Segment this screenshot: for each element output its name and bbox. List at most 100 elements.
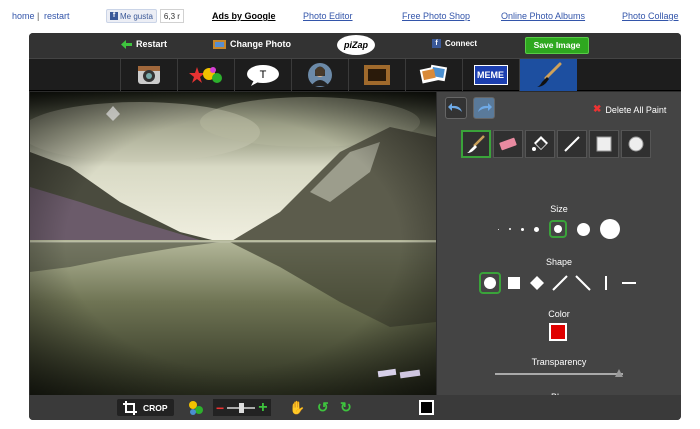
- shape-horizontal[interactable]: [619, 273, 639, 293]
- size-option[interactable]: [509, 228, 511, 230]
- shape-vertical[interactable]: [596, 273, 616, 293]
- editor-header: Restart Change Photo piZap f Connect Sav…: [29, 33, 681, 58]
- square-icon: [596, 136, 612, 152]
- meme-tool[interactable]: MEME: [462, 59, 518, 91]
- bottom-toolbar: CROP − + ✋ ↺ ↻: [29, 395, 681, 420]
- paint-panel: ✖ Delete All Paint Size Shape Color Tran…: [437, 92, 681, 411]
- separator: |: [37, 11, 40, 21]
- shape-options: [437, 272, 681, 294]
- person-cutout-icon: [307, 63, 332, 87]
- line-button[interactable]: [557, 130, 587, 158]
- horizontal-line-icon: [622, 282, 636, 284]
- facebook-connect-button[interactable]: f Connect: [432, 39, 477, 48]
- size-options: [437, 219, 681, 239]
- backslash-shape-icon: [575, 275, 591, 291]
- paint-bucket-icon: [532, 136, 548, 151]
- connect-label: Connect: [445, 39, 477, 48]
- online-photo-albums-link[interactable]: Online Photo Albums: [501, 11, 585, 21]
- rotate-left-icon: ↺: [317, 399, 329, 415]
- back-arrow-icon: [121, 39, 132, 49]
- rotate-right-button[interactable]: ↻: [340, 399, 352, 416]
- square-stamp-button[interactable]: [589, 130, 619, 158]
- size-option[interactable]: [534, 226, 539, 232]
- size-option[interactable]: [498, 228, 499, 230]
- meme-icon: MEME: [473, 65, 508, 85]
- crop-icon: [123, 400, 137, 415]
- brush-tools: [461, 130, 651, 158]
- stickers-tool[interactable]: [177, 59, 233, 91]
- zoom-control: − +: [213, 399, 271, 416]
- zoom-in-icon[interactable]: +: [258, 399, 267, 415]
- photos-stack-icon: [419, 64, 447, 84]
- site-top-bar: home | restart f Me gusta 6,3 r Ads by G…: [0, 0, 700, 30]
- circle-stamp-button[interactable]: [621, 130, 651, 158]
- shape-circle[interactable]: [479, 272, 501, 294]
- zoom-out-icon[interactable]: −: [216, 401, 224, 415]
- slash-shape-icon: [552, 275, 568, 291]
- tool-tabs: T MEME: [29, 58, 681, 91]
- color-swatch[interactable]: [549, 323, 567, 341]
- collage-tool[interactable]: [405, 59, 461, 91]
- speech-bubble-icon: T: [246, 65, 279, 86]
- restart-label: Restart: [136, 39, 168, 49]
- restart-button[interactable]: Restart: [121, 39, 167, 49]
- svg-text:T: T: [259, 69, 266, 81]
- crop-button[interactable]: CROP: [117, 399, 174, 416]
- photo-canvas[interactable]: [30, 92, 436, 395]
- editor-app: Restart Change Photo piZap f Connect Sav…: [29, 33, 681, 420]
- photo-collage-link[interactable]: Photo Collage: [622, 11, 679, 21]
- like-label: Me gusta: [120, 11, 153, 21]
- change-photo-button[interactable]: Change Photo: [213, 39, 291, 49]
- redo-button[interactable]: [473, 97, 495, 119]
- eraser-button[interactable]: [493, 130, 523, 158]
- undo-icon: [448, 103, 462, 112]
- fill-button[interactable]: [525, 130, 555, 158]
- zoom-slider[interactable]: [227, 402, 256, 413]
- paint-tool[interactable]: [519, 59, 577, 91]
- rotate-left-button[interactable]: ↺: [317, 399, 329, 416]
- shape-backslash[interactable]: [573, 273, 593, 293]
- shape-diamond[interactable]: [527, 273, 547, 293]
- save-image-button[interactable]: Save Image: [525, 37, 589, 54]
- change-photo-icon: [213, 40, 226, 49]
- free-photo-shop-link[interactable]: Free Photo Shop: [402, 11, 470, 21]
- brush-button[interactable]: [461, 130, 491, 158]
- vertical-line-icon: [605, 276, 607, 290]
- frame-icon: [363, 65, 390, 85]
- facebook-icon: f: [110, 12, 118, 20]
- rotate-right-icon: ↻: [340, 399, 352, 415]
- diamond-shape-icon: [530, 276, 544, 290]
- photo-editor-link[interactable]: Photo Editor: [303, 11, 353, 21]
- like-count: 6,3 r: [159, 9, 184, 23]
- size-label: Size: [550, 204, 568, 214]
- shape-slash[interactable]: [550, 273, 570, 293]
- circle-shape-icon: [484, 277, 496, 289]
- eraser-icon: [499, 137, 517, 151]
- undo-button[interactable]: [445, 97, 467, 119]
- size-option[interactable]: [600, 219, 620, 239]
- transparency-slider[interactable]: [495, 369, 623, 379]
- home-link[interactable]: home: [12, 11, 35, 21]
- pan-hand-button[interactable]: ✋: [289, 399, 305, 416]
- size-option[interactable]: [521, 227, 524, 231]
- circle-icon: [628, 136, 644, 152]
- delete-all-label: Delete All Paint: [605, 104, 667, 115]
- size-option[interactable]: [577, 222, 590, 236]
- background-color-button[interactable]: [419, 399, 434, 416]
- frame-tool[interactable]: [348, 59, 404, 91]
- pizap-logo[interactable]: piZap: [337, 35, 375, 55]
- cutout-tool[interactable]: [291, 59, 347, 91]
- like-button[interactable]: f Me gusta: [106, 9, 157, 23]
- camera-tool[interactable]: [120, 59, 176, 91]
- size-option-selected[interactable]: [549, 220, 567, 238]
- text-tool[interactable]: T: [234, 59, 290, 91]
- facebook-icon: f: [432, 39, 441, 48]
- redo-icon: [478, 103, 492, 112]
- delete-all-paint-button[interactable]: ✖ Delete All Paint: [593, 104, 666, 115]
- restart-link[interactable]: restart: [44, 11, 70, 21]
- ads-by-google-link[interactable]: Ads by Google: [212, 11, 276, 21]
- shape-square[interactable]: [504, 273, 524, 293]
- paintbrush-icon: [536, 62, 561, 87]
- brush-icon: [467, 135, 485, 153]
- effects-button[interactable]: [188, 399, 204, 416]
